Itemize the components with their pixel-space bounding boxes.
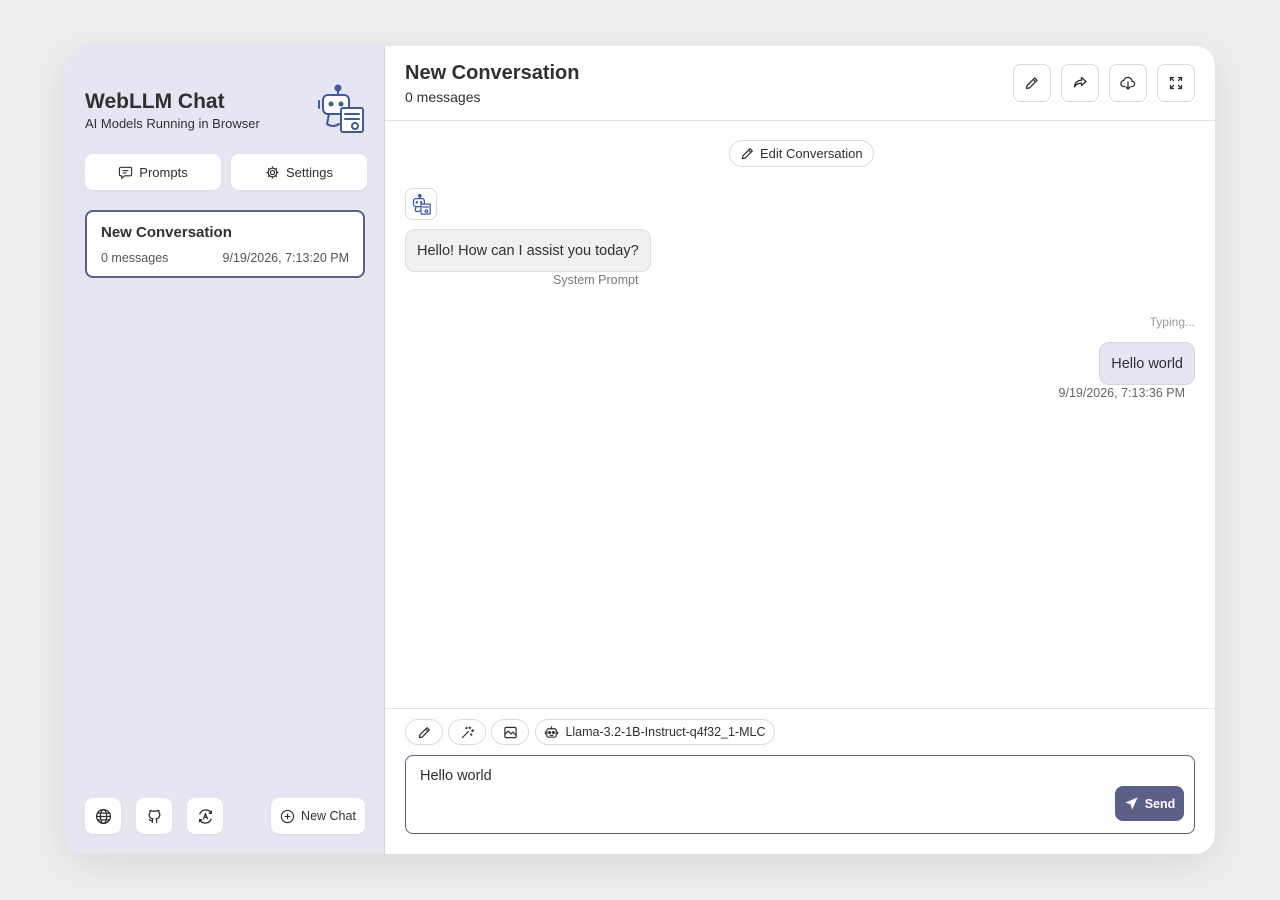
chat-bubble-icon (119, 166, 133, 179)
settings-button[interactable]: Settings (231, 154, 367, 190)
settings-label: Settings (286, 164, 333, 180)
pencil-icon (741, 148, 753, 160)
send-button[interactable]: Send (1115, 786, 1184, 821)
model-label: Llama-3.2-1B-Instruct-q4f32_1-MLC (565, 725, 766, 739)
prompts-label: Prompts (139, 164, 188, 180)
theme-toggle-button[interactable] (187, 798, 223, 834)
conversation-date: 9/19/2026, 7:13:20 PM (222, 251, 349, 265)
magic-wand-icon (461, 725, 474, 738)
edit-conversation-button[interactable]: Edit Conversation (729, 140, 874, 167)
share-icon (1073, 76, 1087, 88)
fullscreen-button[interactable] (1157, 64, 1195, 102)
download-button[interactable] (1109, 64, 1147, 102)
app-subtitle: AI Models Running in Browser (85, 116, 260, 131)
globe-button[interactable] (85, 798, 121, 834)
edit-conversation-label: Edit Conversation (760, 146, 863, 161)
magic-tool-button[interactable] (448, 719, 486, 745)
app-window: WebLLM Chat AI Models Running in Browser (65, 46, 1215, 854)
download-icon (1120, 76, 1136, 90)
share-button[interactable] (1061, 64, 1099, 102)
prompt-tool-button[interactable] (405, 719, 443, 745)
robot-icon (545, 725, 559, 738)
globe-icon (95, 808, 111, 824)
send-icon (1125, 797, 1138, 810)
chat-title: New Conversation (405, 62, 580, 84)
github-icon (148, 809, 160, 823)
conversation-item[interactable]: New Conversation 0 messages 9/19/2026, 7… (85, 210, 365, 278)
composer-divider (385, 708, 1215, 709)
prompts-button[interactable]: Prompts (85, 154, 221, 190)
bot-avatar-icon (405, 188, 437, 220)
plus-circle-icon (280, 809, 295, 823)
sidebar: WebLLM Chat AI Models Running in Browser (65, 46, 385, 854)
image-tool-button[interactable] (491, 719, 529, 745)
image-icon (503, 726, 517, 738)
user-message-timestamp: 9/19/2026, 7:13:36 PM (1058, 386, 1185, 400)
gear-icon (266, 165, 279, 179)
new-chat-label: New Chat (301, 809, 356, 823)
chat-message-count: 0 messages (405, 89, 481, 105)
fullscreen-icon (1169, 76, 1183, 90)
bot-message-meta: System Prompt (553, 273, 639, 287)
github-button[interactable] (136, 798, 172, 834)
model-selector[interactable]: Llama-3.2-1B-Instruct-q4f32_1-MLC (535, 719, 775, 745)
edit-icon (1025, 77, 1038, 90)
bot-message: Hello! How can I assist you today? (405, 229, 651, 272)
app-title: WebLLM Chat (85, 90, 225, 113)
rename-button[interactable] (1013, 64, 1051, 102)
user-message: Hello world (1099, 342, 1195, 385)
pencil-icon (418, 726, 430, 738)
typing-indicator: Typing... (1149, 315, 1195, 329)
theme-icon (198, 808, 212, 824)
conversation-count: 0 messages (101, 251, 169, 265)
message-input[interactable]: Hello world (406, 756, 1194, 833)
message-input-container: Hello world Send (405, 755, 1195, 834)
send-label: Send (1144, 796, 1176, 811)
new-chat-button[interactable]: New Chat (271, 798, 365, 834)
conversation-title: New Conversation (101, 224, 232, 241)
chat-header: New Conversation 0 messages (385, 46, 1215, 121)
robot-logo-icon (317, 84, 365, 134)
chat-panel: New Conversation 0 messages Edit Convers… (385, 46, 1215, 854)
